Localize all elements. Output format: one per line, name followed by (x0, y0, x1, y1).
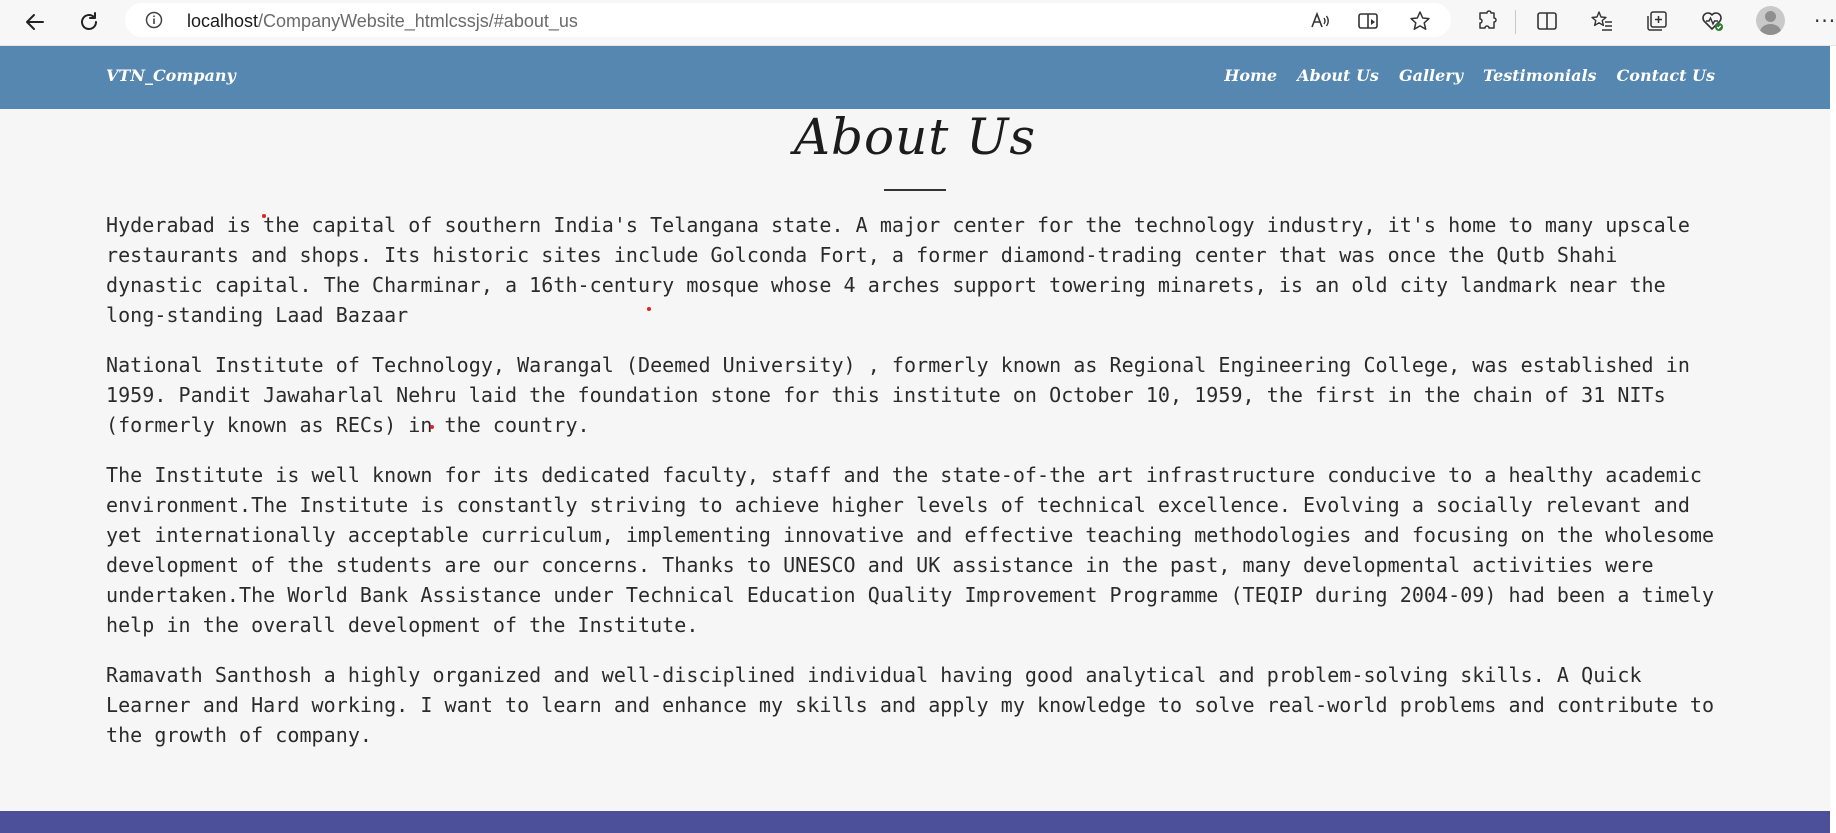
nav-link-about-us[interactable]: About Us (1297, 66, 1379, 85)
site-info-icon[interactable] (145, 11, 163, 29)
about-paragraph-personal: Ramavath Santhosh a highly organized and… (106, 663, 1715, 747)
red-marker-dot (262, 214, 266, 218)
more-options-button[interactable]: ··· (1814, 9, 1836, 33)
nav-link-home[interactable]: Home (1224, 66, 1277, 85)
url-host: localhost (187, 11, 259, 31)
address-bar[interactable]: localhost/CompanyWebsite_htmlcssjs/#abou… (125, 3, 1451, 37)
back-arrow-icon (26, 14, 44, 30)
red-marker-dot (430, 425, 434, 429)
nav-link-contact-us[interactable]: Contact Us (1617, 66, 1715, 85)
page-scrollbar-track[interactable] (1830, 46, 1836, 833)
profile-avatar[interactable] (1756, 6, 1785, 35)
about-paragraph-nit-warangal: National Institute of Technology, Warang… (106, 353, 1690, 437)
brand-logo-link[interactable]: VTN_Company (106, 66, 236, 85)
avatar-head (1765, 11, 1776, 22)
about-paragraph-institute: The Institute is well known for its dedi… (106, 463, 1715, 637)
browser-essentials-icon[interactable] (1700, 9, 1724, 33)
reload-icon (81, 12, 97, 30)
favorites-icon[interactable] (1590, 9, 1614, 33)
favorite-star-icon[interactable] (1409, 10, 1431, 32)
footer-band (0, 811, 1830, 833)
red-marker-dot (647, 307, 651, 311)
split-screen-icon[interactable] (1535, 9, 1559, 33)
read-aloud-icon[interactable] (1309, 10, 1331, 32)
main-nav: Home About Us Gallery Testimonials Conta… (1224, 66, 1715, 85)
site-header: VTN_Company Home About Us Gallery Testim… (0, 46, 1830, 109)
url-path: /CompanyWebsite_htmlcssjs/#about_us (258, 11, 578, 31)
back-button[interactable] (18, 5, 52, 39)
about-title: About Us (793, 108, 1037, 166)
immersive-reader-icon[interactable] (1357, 10, 1379, 32)
about-content: Hyderabad is the capital of southern Ind… (106, 210, 1724, 770)
extensions-icon[interactable] (1475, 9, 1499, 33)
toolbar-divider (1515, 10, 1516, 34)
nav-link-testimonials[interactable]: Testimonials (1483, 66, 1597, 85)
avatar-body (1760, 24, 1781, 35)
nav-link-gallery[interactable]: Gallery (1399, 66, 1463, 85)
reload-button[interactable] (72, 5, 106, 39)
url-text[interactable]: localhost/CompanyWebsite_htmlcssjs/#abou… (187, 11, 578, 32)
about-paragraph-hyderabad: Hyderabad is the capital of southern Ind… (106, 213, 1690, 327)
title-underline (884, 189, 946, 191)
browser-toolbar: localhost/CompanyWebsite_htmlcssjs/#abou… (0, 0, 1836, 46)
collections-icon[interactable] (1645, 9, 1669, 33)
